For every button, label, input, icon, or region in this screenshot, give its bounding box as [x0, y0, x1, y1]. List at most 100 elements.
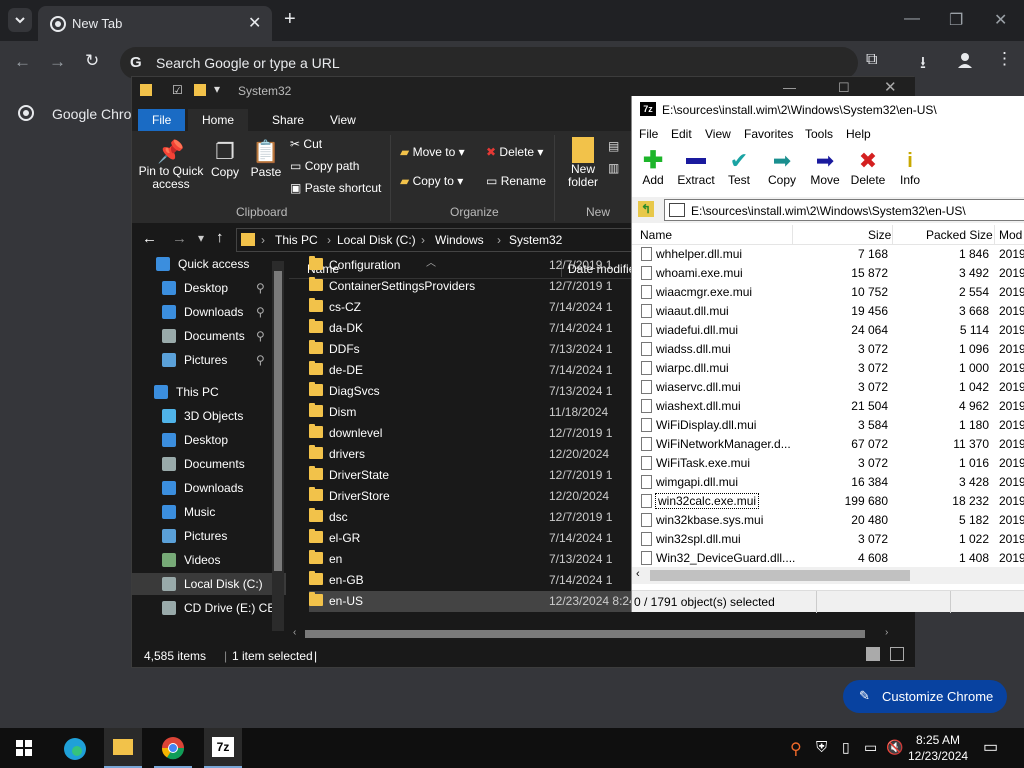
easy-access-icon[interactable]: ▥: [608, 161, 619, 175]
archive-row[interactable]: WiFiTask.exe.mui 3 072 1 016 2019: [632, 454, 1024, 473]
archive-row[interactable]: wiashext.dll.mui 21 504 4 962 2019: [632, 397, 1024, 416]
forward-icon[interactable]: →: [172, 230, 187, 247]
maximize-icon[interactable]: ❐: [949, 10, 963, 30]
archive-row[interactable]: WiFiNetworkManager.d... 67 072 11 370 2019: [632, 435, 1024, 454]
archive-row[interactable]: win32spl.dll.mui 3 072 1 022 2019: [632, 530, 1024, 549]
archive-row[interactable]: wimgapi.dll.mui 16 384 3 428 2019: [632, 473, 1024, 492]
nav-item-desktop[interactable]: Desktop ⚲: [132, 277, 286, 299]
horizontal-scrollbar[interactable]: ‹ ›: [289, 627, 899, 641]
tab-search-button[interactable]: [8, 8, 32, 32]
column-packed-size[interactable]: Packed Size: [926, 228, 993, 242]
tab-view[interactable]: View: [316, 109, 370, 131]
close-window-icon[interactable]: ✕: [994, 10, 1007, 30]
rename-button[interactable]: ▭ Rename: [486, 174, 546, 188]
test-button[interactable]: ✔ Test: [724, 149, 754, 188]
close-tab-icon[interactable]: ✕: [248, 13, 261, 33]
tab-home[interactable]: Home: [188, 109, 249, 131]
menu-tools[interactable]: Tools: [805, 127, 833, 141]
menu-favorites[interactable]: Favorites: [744, 127, 793, 141]
start-button[interactable]: [16, 740, 32, 756]
large-icons-view-icon[interactable]: [890, 647, 904, 661]
tab-share[interactable]: Share: [258, 109, 318, 131]
archive-row[interactable]: wiaacmgr.exe.mui 10 752 2 554 2019: [632, 283, 1024, 302]
scroll-left-icon[interactable]: ‹: [293, 627, 296, 638]
nav-item-documents[interactable]: Documents: [132, 453, 286, 475]
menu-edit[interactable]: Edit: [671, 127, 692, 141]
taskbar-edge[interactable]: [62, 736, 88, 762]
extensions-icon[interactable]: ⧉: [866, 51, 877, 69]
copy-button[interactable]: ❐ Copy: [208, 139, 242, 179]
pin-quick-access-button[interactable]: 📌 Pin to Quick access: [138, 139, 204, 191]
divider[interactable]: [792, 225, 793, 245]
taskbar-chrome[interactable]: [154, 728, 192, 768]
breadcrumb-local-disk[interactable]: Local Disk (C:): [337, 233, 416, 247]
breadcrumb[interactable]: › This PC › Local Disk (C:) › Windows › …: [236, 228, 636, 252]
breadcrumb-system32[interactable]: System32: [509, 233, 562, 247]
new-tab-button[interactable]: +: [284, 8, 296, 31]
archive-row[interactable]: wiarpc.dll.mui 3 072 1 000 2019: [632, 359, 1024, 378]
tab-file[interactable]: File: [138, 109, 186, 131]
menu-help[interactable]: Help: [846, 127, 871, 141]
reload-icon[interactable]: ↻: [85, 51, 99, 71]
archive-row[interactable]: whoami.exe.mui 15 872 3 492 2019: [632, 264, 1024, 283]
nav-item-downloads[interactable]: Downloads ⚲: [132, 301, 286, 323]
nav-item-pictures[interactable]: Pictures: [132, 525, 286, 547]
nav-item-pictures[interactable]: Pictures ⚲: [132, 349, 286, 371]
h-scroll-thumb[interactable]: [305, 630, 865, 638]
copy-button[interactable]: ➡ Copy: [766, 149, 798, 188]
archive-row[interactable]: wiaaut.dll.mui 19 456 3 668 2019: [632, 302, 1024, 321]
network-icon[interactable]: ▭: [864, 739, 877, 756]
archive-row[interactable]: wiadefui.dll.mui 24 064 5 114 2019: [632, 321, 1024, 340]
extract-button[interactable]: Extract: [676, 149, 716, 187]
scroll-right-icon[interactable]: ›: [885, 627, 888, 638]
nav-item-music[interactable]: Music: [132, 501, 286, 523]
nav-item-cd-drive-e-ces[interactable]: CD Drive (E:) CES: [132, 597, 286, 619]
column-size[interactable]: Size: [868, 228, 891, 242]
delete-button[interactable]: ✖ Delete: [849, 149, 887, 188]
notification-icon[interactable]: ▭: [983, 737, 998, 757]
sevenzip-path-input[interactable]: E:\sources\install.wim\2\Windows\System3…: [664, 199, 1024, 221]
copy-to-button[interactable]: ▰ Copy to ▾: [400, 174, 463, 188]
add-button[interactable]: ✚ Add: [636, 149, 670, 188]
move-button[interactable]: ➡ Move: [808, 149, 842, 188]
column-modified[interactable]: Mod: [999, 228, 1022, 242]
up-folder-icon[interactable]: ↰: [638, 201, 654, 217]
breadcrumb-this-pc[interactable]: This PC: [275, 233, 318, 247]
menu-icon[interactable]: ⋮: [996, 49, 1013, 69]
new-folder-button[interactable]: New folder: [562, 137, 604, 189]
archive-row[interactable]: Win32_DeviceGuard.dll.... 4 608 1 408 2019: [632, 549, 1024, 568]
archive-row[interactable]: wiadss.dll.mui 3 072 1 096 2019: [632, 340, 1024, 359]
archive-row[interactable]: win32calc.exe.mui 199 680 18 232 2019: [632, 492, 1024, 511]
customize-chrome-button[interactable]: ✎ Customize Chrome: [843, 680, 1007, 713]
new-item-icon[interactable]: ▤: [608, 139, 619, 153]
tab-new-tab[interactable]: New Tab ✕: [38, 6, 272, 41]
nav-scroll-thumb[interactable]: [274, 271, 282, 571]
column-name[interactable]: Name: [640, 228, 672, 242]
profile-icon[interactable]: [956, 51, 974, 69]
back-icon[interactable]: ←: [142, 230, 157, 247]
explorer-close-icon[interactable]: ✕: [884, 78, 897, 96]
taskbar-7zip[interactable]: 7z: [204, 728, 242, 768]
copy-path-button[interactable]: ▭ Copy path: [290, 159, 359, 173]
details-view-icon[interactable]: [866, 647, 880, 661]
archive-row[interactable]: whhelper.dll.mui 7 168 1 846 2019: [632, 245, 1024, 264]
nav-item-local-disk-c[interactable]: Local Disk (C:): [132, 573, 286, 595]
back-icon[interactable]: ←: [14, 52, 31, 72]
nav-item-this-pc[interactable]: This PC: [132, 381, 286, 403]
forward-icon[interactable]: →: [49, 52, 66, 72]
paste-shortcut-button[interactable]: ▣ Paste shortcut: [290, 181, 381, 195]
volume-muted-icon[interactable]: 🔇: [886, 739, 903, 756]
new-folder-icon[interactable]: [194, 84, 206, 96]
nav-item-videos[interactable]: Videos: [132, 549, 286, 571]
sz-h-scroll-thumb[interactable]: [650, 570, 910, 581]
scroll-left-icon[interactable]: ‹: [636, 568, 640, 580]
usb-icon[interactable]: ▯: [842, 739, 850, 756]
taskbar-explorer[interactable]: [104, 728, 142, 768]
delete-button[interactable]: ✖ Delete ▾: [486, 145, 543, 159]
nav-item-quick-access[interactable]: Quick access: [132, 253, 286, 275]
clock-time[interactable]: 8:25 AM: [913, 733, 963, 747]
explorer-minimize-icon[interactable]: —: [783, 80, 796, 95]
divider[interactable]: [892, 225, 893, 245]
archive-row[interactable]: wiaservc.dll.mui 3 072 1 042 2019: [632, 378, 1024, 397]
nav-item-3d-objects[interactable]: 3D Objects: [132, 405, 286, 427]
